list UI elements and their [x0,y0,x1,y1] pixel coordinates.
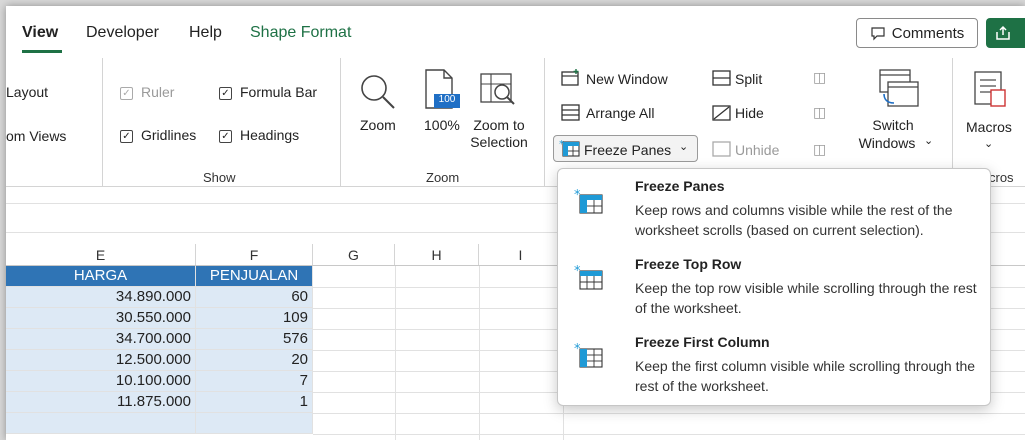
tab-view[interactable]: View [22,24,58,42]
tab-help[interactable]: Help [189,24,222,42]
freeze-panes-menu: * Freeze Panes Keep rows and columns vis… [557,168,991,406]
zoom-100-button[interactable]: 100% [424,117,460,133]
formula-bar-checkbox[interactable]: ✓ [219,87,232,100]
freeze-first-column-icon: * [574,342,603,368]
ruler-label: Ruler [141,84,175,100]
split-button[interactable]: Split [735,71,762,87]
svg-text:*: * [574,264,581,279]
custom-views-button[interactable]: om Views [6,128,66,144]
menu-item-description: Keep rows and columns visible while the … [635,202,953,238]
split-icon [712,70,731,86]
gridlines-checkbox[interactable]: ✓ [120,130,133,143]
grid-line [313,434,1025,435]
column-header-e[interactable]: E [6,244,196,266]
menu-item-title: Freeze Panes [635,178,725,194]
zoom-button[interactable]: Zoom [360,117,396,133]
page-layout-button[interactable]: Layout [6,84,48,100]
freeze-panes-icon: * [574,188,603,214]
zoom-to-selection-line1[interactable]: Zoom to [466,117,532,133]
formula-bar-label: Formula Bar [240,84,318,100]
menu-item-freeze-panes[interactable]: * Freeze Panes Keep rows and columns vis… [558,171,990,247]
table-cell[interactable] [196,413,313,434]
share-icon [996,25,1010,40]
group-separator [544,58,545,186]
table-cell[interactable]: 30.550.000 [6,308,196,329]
group-separator [952,58,953,186]
new-window-icon [561,69,579,86]
comment-icon [871,27,885,41]
zoom-group-label: Zoom [426,170,460,185]
menu-item-description: Keep the first column visible while scro… [635,358,976,394]
chevron-down-icon: ⌄ [679,141,689,153]
zoom-100-badge: 100 [438,94,456,105]
table-cell[interactable]: 576 [196,329,313,350]
headings-label: Headings [240,127,300,143]
menu-item-description: Keep the top row visible while scrolling… [635,280,977,316]
switch-windows-line1[interactable]: Switch [858,117,928,133]
reset-window-position-icon[interactable]: ◫ [813,141,826,158]
tab-view-underline [22,50,62,53]
arrange-all-button[interactable]: Arrange All [586,105,654,121]
switch-windows-line2[interactable]: Windows [852,135,922,151]
menu-item-freeze-top-row[interactable]: * Freeze Top Row Keep the top row visibl… [558,249,990,325]
table-cell[interactable]: 7 [196,371,313,392]
table-header-harga[interactable]: HARGA [6,266,196,287]
chevron-down-icon: ⌄ [984,138,994,150]
group-separator [340,58,341,186]
menu-item-title: Freeze Top Row [635,256,742,272]
ruler-checkbox[interactable]: ✓ [120,87,133,100]
column-header-f[interactable]: F [196,244,313,266]
hide-button[interactable]: Hide [735,105,764,121]
group-separator [102,58,103,186]
tab-shape-format[interactable]: Shape Format [250,24,351,42]
table-cell[interactable]: 20 [196,350,313,371]
zoom-to-selection-icon [480,73,515,105]
table-cell[interactable] [6,413,196,434]
show-group-label: Show [203,170,236,185]
menu-item-title: Freeze First Column [635,334,770,350]
svg-text:*: * [559,139,564,150]
table-cell[interactable]: 11.875.000 [6,392,196,413]
comments-label: Comments [891,24,965,42]
switch-windows-icon [879,69,919,107]
grid-line [313,413,1025,414]
svg-text:*: * [574,342,581,357]
share-button[interactable] [986,18,1025,48]
svg-text:*: * [574,188,581,203]
column-header-i[interactable]: I [479,244,563,266]
macros-button[interactable]: Macros [966,119,1012,135]
table-cell[interactable]: 109 [196,308,313,329]
chevron-down-icon: ⌄ [924,135,934,147]
zoom-icon [361,75,395,109]
table-cell[interactable]: 12.500.000 [6,350,196,371]
unhide-button[interactable]: Unhide [735,142,779,158]
zoom-to-selection-line2[interactable]: Selection [466,134,532,150]
tab-developer[interactable]: Developer [86,24,159,42]
hide-icon [712,105,731,121]
freeze-panes-icon: * [559,139,580,157]
macros-group-label: cros [989,170,1014,185]
column-header-h[interactable]: H [395,244,479,266]
menu-item-freeze-first-column[interactable]: * Freeze First Column Keep the first col… [558,327,990,403]
headings-checkbox[interactable]: ✓ [219,130,232,143]
table-header-penjualan[interactable]: PENJUALAN [196,266,313,287]
zoom-100-icon [425,69,460,109]
table-cell[interactable]: 60 [196,287,313,308]
view-side-by-side-icon[interactable]: ◫ [813,69,826,86]
gridlines-label: Gridlines [141,127,197,143]
synchronous-scrolling-icon[interactable]: ◫ [813,104,826,121]
new-window-button[interactable]: New Window [586,71,668,87]
freeze-top-row-icon: * [574,264,603,290]
excel-window: View Developer Help Shape Format Comment… [6,6,1025,440]
macros-icon [974,71,1006,107]
comments-button[interactable]: Comments [856,18,978,48]
table-cell[interactable]: 34.890.000 [6,287,196,308]
column-header-g[interactable]: G [313,244,395,266]
table-cell[interactable]: 34.700.000 [6,329,196,350]
arrange-all-icon [561,104,580,121]
table-cell[interactable]: 10.100.000 [6,371,196,392]
table-cell[interactable]: 1 [196,392,313,413]
freeze-panes-label: Freeze Panes [584,142,672,158]
unhide-icon [712,141,731,157]
